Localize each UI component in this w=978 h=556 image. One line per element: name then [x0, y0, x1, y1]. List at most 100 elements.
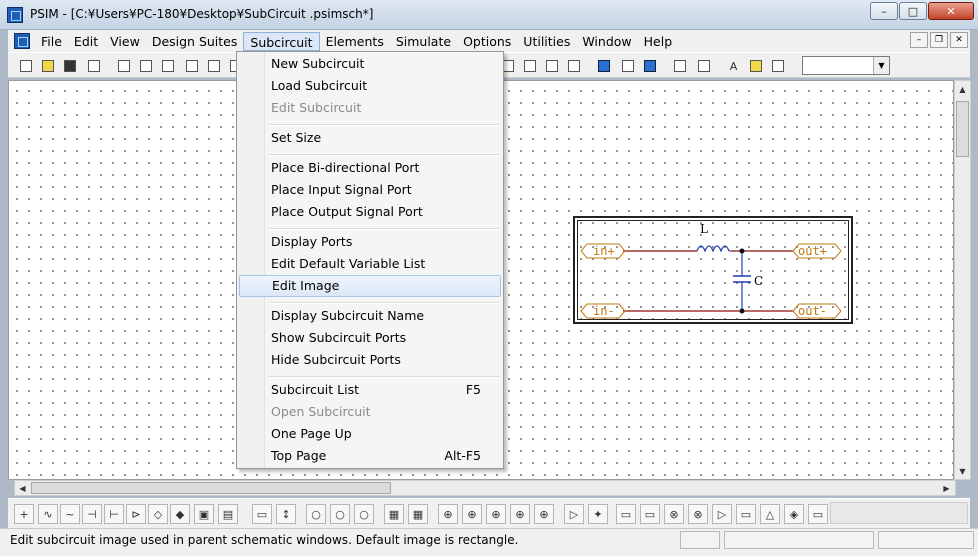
probe-i-icon[interactable]: ○: [330, 504, 350, 524]
resistor-icon[interactable]: ▭: [252, 504, 272, 524]
menuitem-place-output-signal-port[interactable]: Place Output Signal Port: [239, 201, 501, 223]
menu-design-suites[interactable]: Design Suites: [146, 32, 244, 51]
probe-v-icon[interactable]: ○: [306, 504, 326, 524]
parameter-icon[interactable]: [768, 57, 787, 75]
meter-icon[interactable]: ↕: [276, 504, 296, 524]
flipflop-icon[interactable]: ◈: [784, 504, 804, 524]
pause-icon[interactable]: [618, 57, 637, 75]
copy-icon[interactable]: [136, 57, 155, 75]
menuitem-show-subcircuit-ports[interactable]: Show Subcircuit Ports: [239, 327, 501, 349]
scope2-icon[interactable]: ▦: [408, 504, 428, 524]
element-list-icon[interactable]: [746, 57, 765, 75]
menuitem-display-subcircuit-name[interactable]: Display Subcircuit Name: [239, 305, 501, 327]
open-file-icon[interactable]: [38, 57, 57, 75]
menuitem-hide-subcircuit-ports[interactable]: Hide Subcircuit Ports: [239, 349, 501, 371]
block-k-icon[interactable]: ▭: [616, 504, 636, 524]
dc-source-icon[interactable]: ⊣: [82, 504, 102, 524]
menuitem-display-ports[interactable]: Display Ports: [239, 231, 501, 253]
probe-p-icon[interactable]: ○: [354, 504, 374, 524]
scroll-right-icon[interactable]: ▶: [939, 480, 954, 496]
new-file-icon[interactable]: [16, 57, 35, 75]
menu-utilities[interactable]: Utilities: [517, 32, 576, 51]
zoom-in-icon[interactable]: [520, 57, 539, 75]
comparator-icon[interactable]: ▷: [564, 504, 584, 524]
menu-options[interactable]: Options: [457, 32, 517, 51]
vertical-scrollbar[interactable]: ▲ ▼: [954, 80, 971, 480]
scroll-left-icon[interactable]: ◀: [15, 480, 30, 496]
close-button[interactable]: ✕: [928, 2, 974, 20]
page-icon[interactable]: [564, 57, 583, 75]
menu-edit[interactable]: Edit: [68, 32, 104, 51]
scroll-up-icon[interactable]: ▲: [955, 81, 970, 97]
menuitem-subcircuit-list[interactable]: Subcircuit List F5: [239, 379, 501, 401]
menuitem-one-page-up[interactable]: One Page Up: [239, 423, 501, 445]
scroll-down-icon[interactable]: ▼: [955, 463, 970, 479]
cut-icon[interactable]: [114, 57, 133, 75]
run-simulation-icon[interactable]: [594, 57, 613, 75]
child-restore-button[interactable]: ❐: [930, 32, 948, 48]
integrator-icon[interactable]: ▭: [736, 504, 756, 524]
limiter-icon[interactable]: ✦: [588, 504, 608, 524]
label-icon[interactable]: [694, 57, 713, 75]
igbt-icon[interactable]: ▤: [218, 504, 238, 524]
meter-va-icon[interactable]: ⊕: [510, 504, 530, 524]
multiplier-icon[interactable]: ⊗: [688, 504, 708, 524]
menu-help[interactable]: Help: [638, 32, 679, 51]
port-in-plus[interactable]: in+: [593, 244, 615, 258]
switch-icon[interactable]: ◇: [148, 504, 168, 524]
menuitem-load-subcircuit[interactable]: Load Subcircuit: [239, 75, 501, 97]
menuitem-place-input-signal-port[interactable]: Place Input Signal Port: [239, 179, 501, 201]
block-pi-icon[interactable]: ▭: [640, 504, 660, 524]
meter-pf-icon[interactable]: ⊕: [534, 504, 554, 524]
print-icon[interactable]: [84, 57, 103, 75]
port-out-plus[interactable]: out+: [798, 244, 827, 258]
child-close-button[interactable]: ✕: [950, 32, 968, 48]
horizontal-scrollbar[interactable]: ◀ ▶: [14, 480, 956, 496]
menu-elements[interactable]: Elements: [320, 32, 390, 51]
child-minimize-button[interactable]: –: [910, 32, 928, 48]
vertical-scroll-thumb[interactable]: [956, 101, 969, 157]
ac-source-icon[interactable]: ~: [60, 504, 80, 524]
menu-simulate[interactable]: Simulate: [390, 32, 457, 51]
element-combo[interactable]: ▼: [802, 56, 890, 75]
capacitor-icon[interactable]: ⊢: [104, 504, 124, 524]
summer-icon[interactable]: ⊗: [664, 504, 684, 524]
simview-icon[interactable]: [640, 57, 659, 75]
menuitem-set-size[interactable]: Set Size: [239, 127, 501, 149]
horizontal-scroll-thumb[interactable]: [31, 482, 391, 494]
amplifier-icon[interactable]: ▷: [712, 504, 732, 524]
menuitem-edit-default-variable-list[interactable]: Edit Default Variable List: [239, 253, 501, 275]
menu-view[interactable]: View: [104, 32, 146, 51]
diode-icon[interactable]: ⊳: [126, 504, 146, 524]
paste-icon[interactable]: [158, 57, 177, 75]
scope-icon[interactable]: ▦: [384, 504, 404, 524]
menuitem-edit-image[interactable]: Edit Image: [239, 275, 501, 297]
chevron-down-icon[interactable]: ▼: [873, 57, 889, 74]
save-icon[interactable]: [60, 57, 79, 75]
meter-w-icon[interactable]: ⊕: [486, 504, 506, 524]
menuitem-top-page[interactable]: Top Page Alt-F5: [239, 445, 501, 467]
port-in-minus[interactable]: in-: [593, 304, 615, 318]
zoom-probe-icon[interactable]: [542, 57, 561, 75]
ground-icon[interactable]: +: [14, 504, 34, 524]
menuitem-open-subcircuit[interactable]: Open Subcircuit: [239, 401, 501, 423]
menuitem-place-bidirectional-port[interactable]: Place Bi-directional Port: [239, 157, 501, 179]
logic-gate-icon[interactable]: △: [760, 504, 780, 524]
maximize-button[interactable]: □: [899, 2, 927, 20]
undo-icon[interactable]: [182, 57, 201, 75]
menuitem-edit-subcircuit[interactable]: Edit Subcircuit: [239, 97, 501, 119]
minimize-button[interactable]: –: [870, 2, 898, 20]
meter-a-icon[interactable]: ⊕: [462, 504, 482, 524]
port-out-minus[interactable]: out-: [798, 304, 827, 318]
sine-source-icon[interactable]: ∿: [38, 504, 58, 524]
mosfet-icon[interactable]: ▣: [194, 504, 214, 524]
menuitem-new-subcircuit[interactable]: New Subcircuit: [239, 53, 501, 75]
menu-file[interactable]: File: [35, 32, 68, 51]
text-icon[interactable]: A: [724, 57, 743, 75]
document-icon[interactable]: [14, 33, 30, 49]
meter-v-icon[interactable]: ⊕: [438, 504, 458, 524]
wire-icon[interactable]: [670, 57, 689, 75]
menu-subcircuit[interactable]: Subcircuit: [243, 31, 320, 51]
redo-icon[interactable]: [204, 57, 223, 75]
menu-window[interactable]: Window: [576, 32, 637, 51]
